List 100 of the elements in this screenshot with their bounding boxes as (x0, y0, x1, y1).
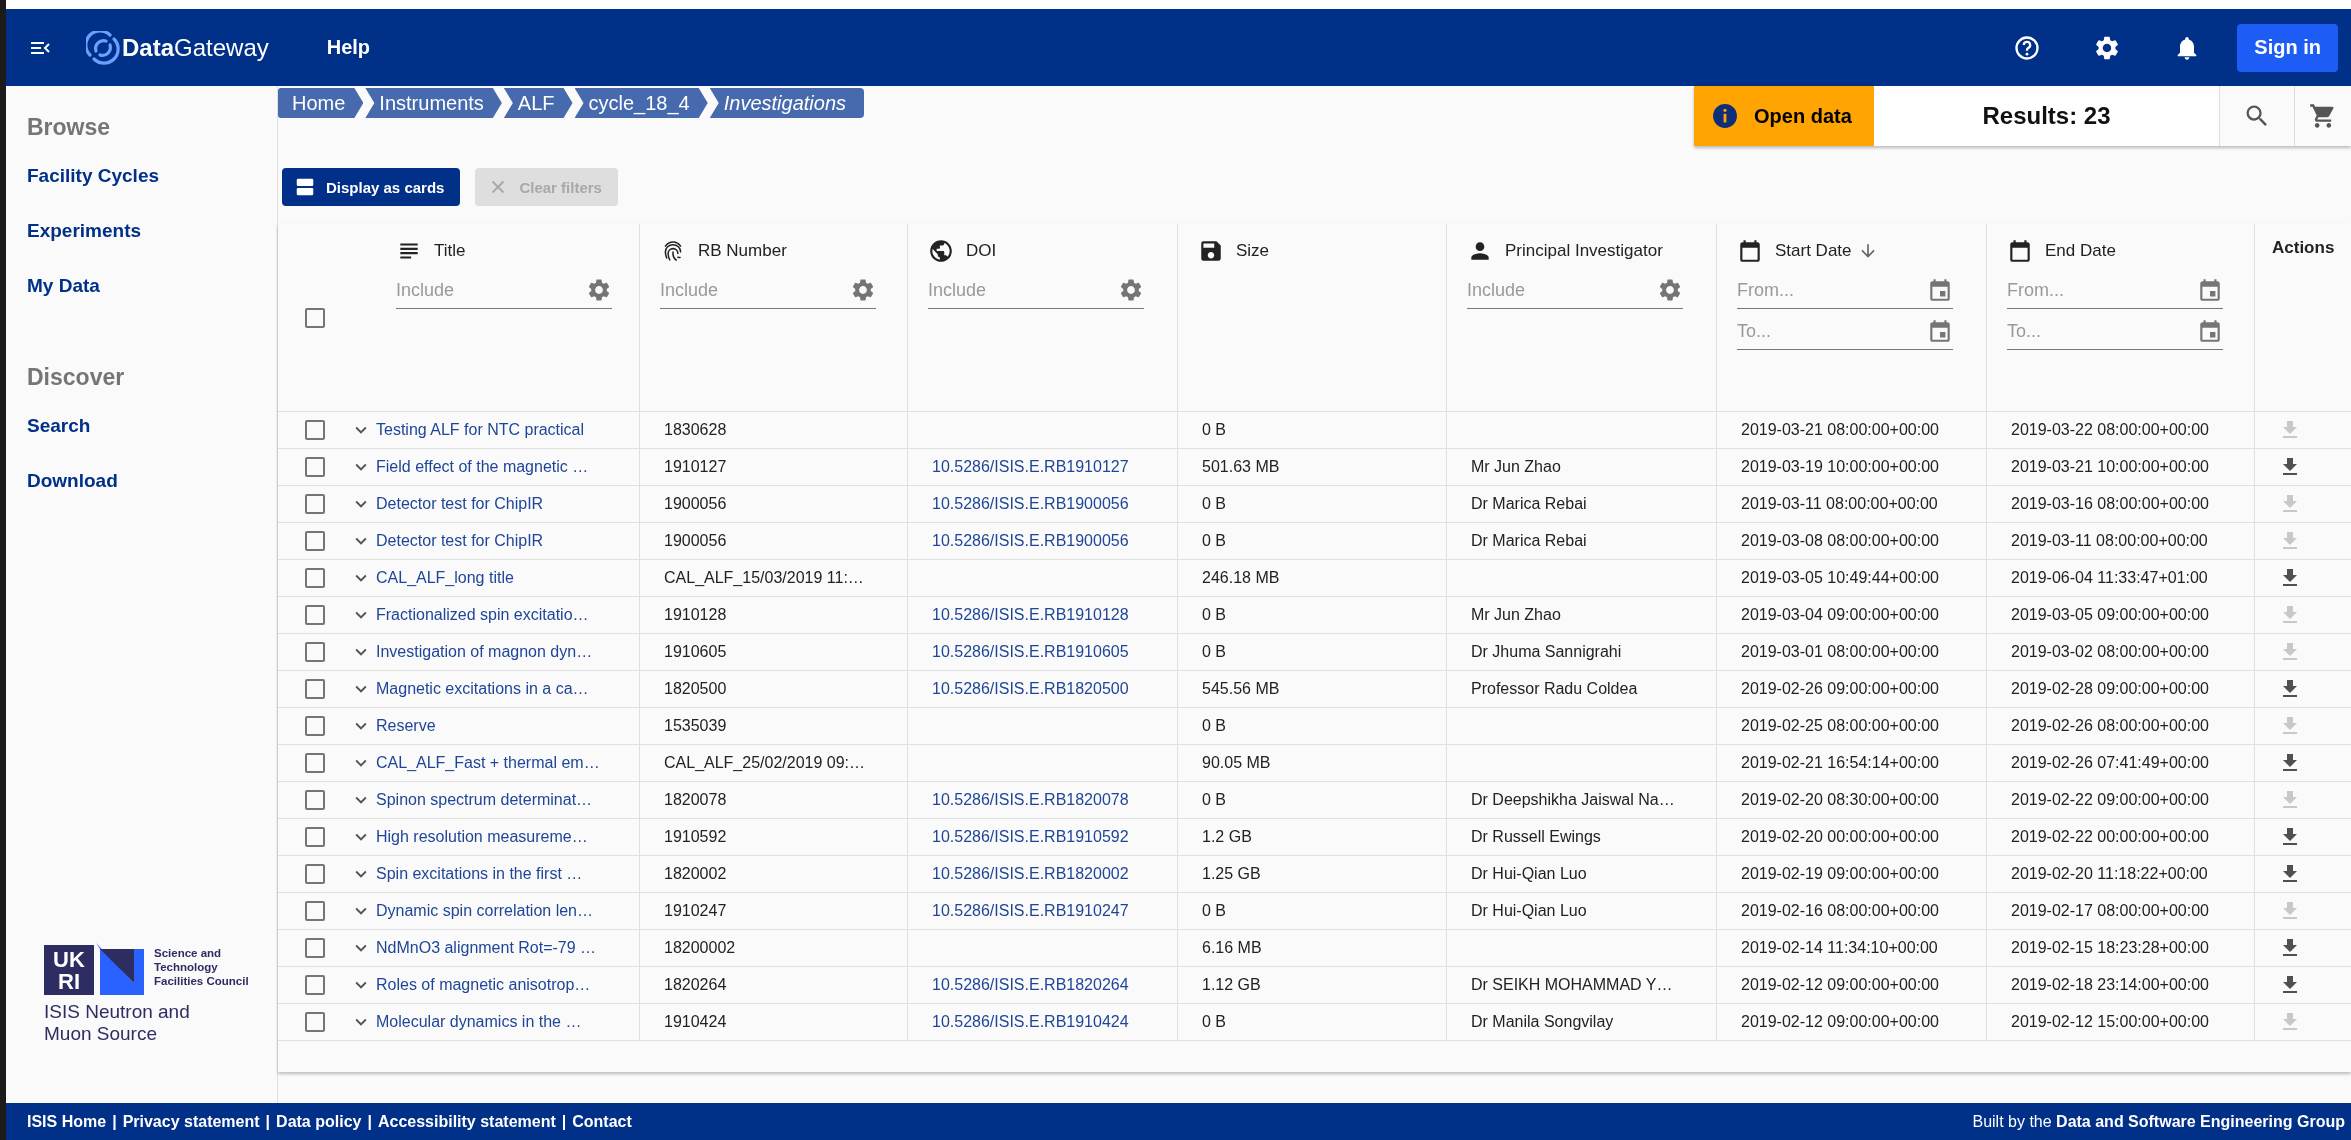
doi-link[interactable]: 10.5286/ISIS.E.RB1900056 (932, 495, 1129, 513)
table-cell: 2019-02-22 09:00:00+00:00 (2011, 791, 2209, 809)
date-field[interactable]: From... (1737, 279, 1927, 301)
checkbox[interactable] (305, 568, 325, 588)
title-link[interactable]: Detector test for ChipIR (376, 495, 544, 513)
footer-link[interactable]: Privacy statement (122, 1112, 260, 1131)
ukri-logo: UK RI (44, 943, 144, 995)
checkbox[interactable] (305, 531, 325, 551)
checkbox[interactable] (305, 901, 325, 921)
breadcrumb-item[interactable]: Investigations (709, 88, 864, 118)
search-button[interactable] (2219, 86, 2294, 146)
filter-field[interactable]: Include (660, 279, 850, 301)
date-field[interactable]: To... (1737, 320, 1927, 342)
table-cell: 0 B (1202, 643, 1226, 661)
cart-button[interactable] (2294, 86, 2351, 146)
doi-link[interactable]: 10.5286/ISIS.E.RB1910127 (932, 458, 1129, 476)
title-link[interactable]: Magnetic excitations in a ca… (376, 680, 589, 698)
breadcrumb-item[interactable]: Home (278, 88, 364, 118)
title-link[interactable]: Molecular dynamics in the … (376, 1013, 582, 1031)
checkbox[interactable] (305, 938, 325, 958)
doi-link[interactable]: 10.5286/ISIS.E.RB1910128 (932, 606, 1129, 624)
checkbox[interactable] (305, 605, 325, 625)
title-link[interactable]: Spinon spectrum determinat… (376, 791, 593, 809)
title-link[interactable]: High resolution measureme… (376, 828, 588, 846)
column-header[interactable]: Title (434, 241, 466, 261)
column-header[interactable]: Start Date (1775, 241, 1852, 261)
checkbox[interactable] (305, 679, 325, 699)
checkbox[interactable] (305, 420, 325, 440)
table-cell: Dr Deepshikha Jaiswal Na… (1471, 791, 1675, 809)
table-cell: 2019-02-19 09:00:00+00:00 (1741, 865, 1939, 883)
title-link[interactable]: Roles of magnetic anisotrop… (376, 976, 591, 994)
sign-in-button[interactable]: Sign in (2237, 23, 2338, 72)
doi-link[interactable]: 10.5286/ISIS.E.RB1820078 (932, 791, 1129, 809)
sidebar-item[interactable]: My Data (27, 275, 277, 297)
doi-link[interactable]: 10.5286/ISIS.E.RB1910605 (932, 643, 1129, 661)
doi-link[interactable]: 10.5286/ISIS.E.RB1820264 (932, 976, 1129, 994)
checkbox[interactable] (305, 1012, 325, 1032)
filter-field[interactable]: Include (928, 279, 1118, 301)
title-link[interactable]: CAL_ALF_Fast + thermal em… (376, 754, 600, 772)
calendar-icon[interactable] (2197, 277, 2223, 303)
display-cards-button[interactable]: Display as cards (282, 168, 461, 206)
table-cell: 1910592 (664, 828, 727, 846)
checkbox[interactable] (305, 864, 325, 884)
help-icon[interactable] (2013, 33, 2042, 62)
filter-field[interactable]: Include (1467, 279, 1657, 301)
title-link[interactable]: Dynamic spin correlation len… (376, 902, 593, 920)
footer-link[interactable]: Accessibility statement (377, 1112, 556, 1131)
sidebar-item[interactable]: Facility Cycles (27, 165, 277, 187)
sidebar-item[interactable]: Experiments (27, 220, 277, 242)
title-link[interactable]: Spin excitations in the first … (376, 865, 583, 883)
doi-link[interactable]: 10.5286/ISIS.E.RB1910592 (932, 828, 1129, 846)
date-field[interactable]: From... (2007, 279, 2197, 301)
calendar-icon[interactable] (1927, 318, 1953, 344)
table-cell: 2019-03-04 09:00:00+00:00 (1741, 606, 1939, 624)
title-link[interactable]: NdMnO3 alignment Rot=-79 … (376, 939, 597, 957)
filter-field[interactable]: Include (396, 279, 586, 301)
column-header[interactable]: Principal Investigator (1505, 241, 1663, 261)
nav-link[interactable]: Help (326, 36, 371, 59)
column-header[interactable]: RB Number (698, 241, 787, 261)
title-link[interactable]: Reserve (376, 717, 436, 735)
doi-link[interactable]: 10.5286/ISIS.E.RB1900056 (932, 532, 1129, 550)
title-link[interactable]: Testing ALF for NTC practical (376, 421, 585, 439)
table-cell: 2019-03-22 08:00:00+00:00 (2011, 421, 2209, 439)
title-link[interactable]: Investigation of magnon dyn… (376, 643, 593, 661)
column-header[interactable]: Size (1236, 241, 1270, 261)
doi-link[interactable]: 10.5286/ISIS.E.RB1910247 (932, 902, 1129, 920)
title-link[interactable]: CAL_ALF_long title (376, 569, 514, 587)
footer-link[interactable]: Data policy (276, 1112, 362, 1131)
calendar-icon[interactable] (1927, 277, 1953, 303)
table-cell: 2019-02-26 08:00:00+00:00 (2011, 717, 2209, 735)
sidebar-item[interactable]: Download (27, 470, 277, 492)
title-link[interactable]: Detector test for ChipIR (376, 532, 544, 550)
column-header[interactable]: DOI (966, 241, 997, 261)
column-header[interactable]: Actions (2272, 238, 2335, 258)
checkbox[interactable] (305, 494, 325, 514)
doi-link[interactable]: 10.5286/ISIS.E.RB1820500 (932, 680, 1129, 698)
checkbox[interactable] (305, 457, 325, 477)
checkbox[interactable] (305, 716, 325, 736)
title-link[interactable]: Field effect of the magnetic … (376, 458, 589, 476)
breadcrumb-item[interactable]: cycle_18_4 (574, 88, 708, 118)
doi-link[interactable]: 10.5286/ISIS.E.RB1820002 (932, 865, 1129, 883)
date-field[interactable]: To... (2007, 320, 2197, 342)
breadcrumb-item[interactable]: Instruments (365, 88, 502, 118)
checkbox[interactable] (305, 975, 325, 995)
title-link[interactable]: Fractionalized spin excitatio… (376, 606, 589, 624)
checkbox[interactable] (305, 642, 325, 662)
checkbox[interactable] (305, 753, 325, 773)
checkbox[interactable] (305, 307, 325, 328)
checkbox[interactable] (305, 827, 325, 847)
footer-link[interactable]: ISIS Home (27, 1112, 107, 1131)
column-header[interactable]: End Date (2045, 241, 2116, 261)
checkbox[interactable] (305, 790, 325, 810)
doi-link[interactable]: 10.5286/ISIS.E.RB1910424 (932, 1013, 1129, 1031)
table-cell: 2019-02-16 08:00:00+00:00 (1741, 902, 1939, 920)
sidebar-item[interactable]: Search (27, 415, 277, 437)
logo-text[interactable]: DataGateway (122, 33, 269, 62)
footer-link[interactable]: Contact (572, 1112, 632, 1131)
table-cell: 2019-03-21 10:00:00+00:00 (2011, 458, 2209, 476)
breadcrumb-item[interactable]: ALF (503, 88, 573, 118)
calendar-icon[interactable] (2197, 318, 2223, 344)
